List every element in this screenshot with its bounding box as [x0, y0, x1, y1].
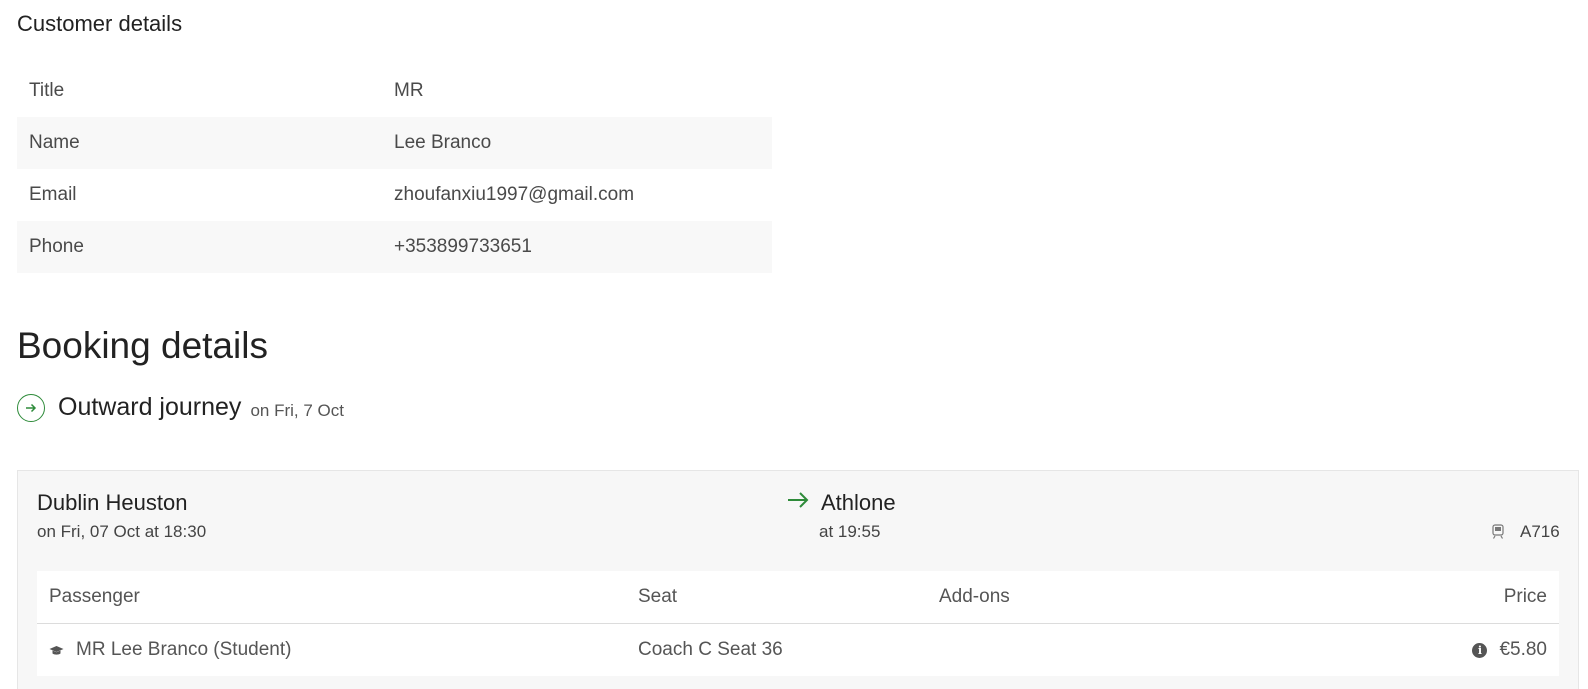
- price-cell: i €5.80: [1359, 639, 1559, 661]
- arrow-right-circle-icon: [17, 393, 45, 422]
- table-row: MR Lee Branco (Student) Coach C Seat 36 …: [37, 624, 1559, 676]
- customer-label: Email: [29, 184, 77, 205]
- passenger-table: Passenger Seat Add-ons Price MR Lee Bran…: [37, 571, 1559, 676]
- customer-label: Name: [29, 132, 80, 153]
- customer-value: zhoufanxiu1997@gmail.com: [394, 184, 635, 205]
- booking-details-heading: Booking details: [17, 325, 268, 366]
- customer-details-heading: Customer details: [17, 11, 183, 36]
- customer-value: +353899733651: [394, 236, 532, 257]
- customer-label: Title: [29, 80, 65, 101]
- header-seat: Seat: [638, 586, 678, 607]
- customer-value: Lee Branco: [394, 132, 492, 153]
- booking-confirmation-page: Customer details Title MR Name Lee Branc…: [0, 0, 1588, 689]
- origin-station: Dublin Heuston: [37, 490, 188, 515]
- customer-label: Phone: [29, 236, 84, 257]
- train-icon: [1492, 524, 1504, 544]
- journey-header: Outward journey on Fri, 7 Oct: [17, 393, 344, 422]
- customer-row-title: Title MR: [17, 65, 772, 117]
- passenger-name: MR Lee Branco (Student): [76, 639, 292, 660]
- graduation-cap-icon: [49, 645, 64, 656]
- passenger-table-header: Passenger Seat Add-ons Price: [37, 571, 1559, 624]
- train-number: A716: [1520, 522, 1560, 541]
- journey-leg-card: Dublin Heuston on Fri, 07 Oct at 18:30 A…: [17, 470, 1579, 689]
- price-value: €5.80: [1499, 639, 1547, 660]
- customer-row-name: Name Lee Branco: [17, 117, 772, 169]
- destination-station: Athlone: [821, 490, 896, 515]
- customer-row-phone: Phone +353899733651: [17, 221, 772, 273]
- journey-date: on Fri, 7 Oct: [250, 400, 344, 420]
- seat-cell: Coach C Seat 36: [638, 639, 783, 660]
- customer-details-table: Title MR Name Lee Branco Email zhoufanxi…: [17, 65, 772, 273]
- arrival-time: at 19:55: [819, 522, 881, 541]
- departure-time: on Fri, 07 Oct at 18:30: [37, 522, 207, 541]
- header-addons: Add-ons: [939, 586, 1010, 607]
- info-icon[interactable]: i: [1472, 642, 1488, 658]
- header-price: Price: [1503, 586, 1547, 607]
- header-passenger: Passenger: [49, 586, 140, 607]
- passenger-cell: MR Lee Branco (Student): [37, 639, 638, 661]
- customer-row-email: Email zhoufanxiu1997@gmail.com: [17, 169, 772, 221]
- customer-value: MR: [394, 80, 424, 101]
- arrow-right-icon: [786, 490, 810, 515]
- journey-title: Outward journey: [58, 393, 242, 421]
